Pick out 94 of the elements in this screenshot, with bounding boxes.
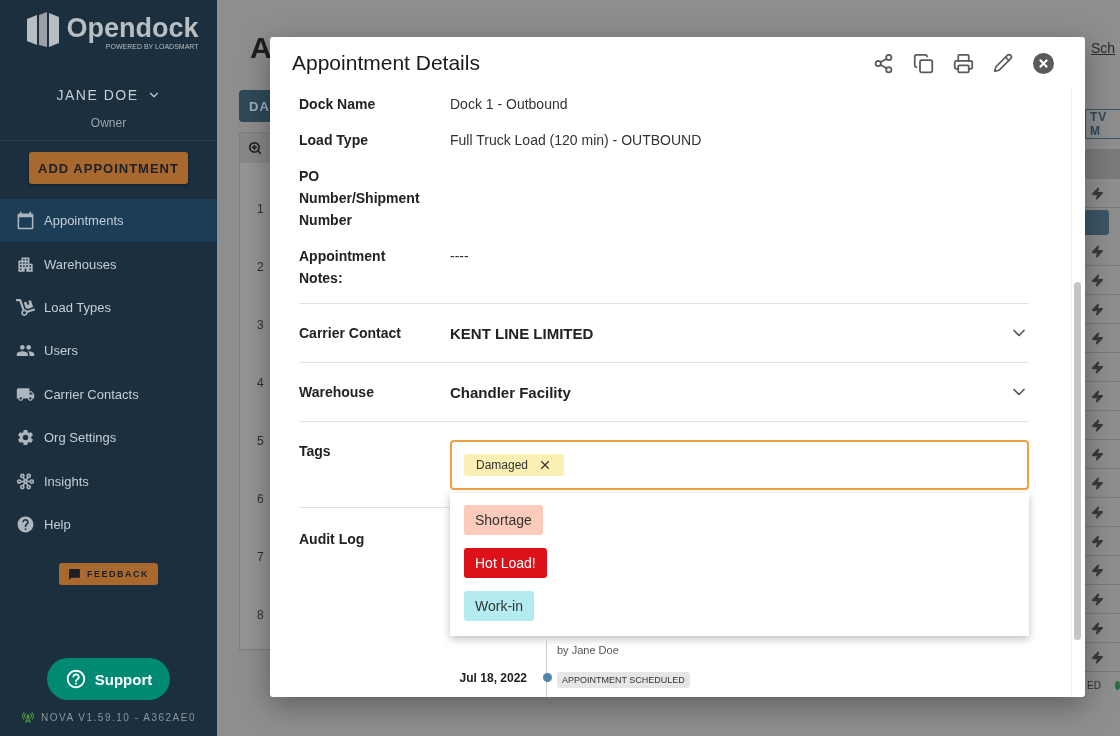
bolt-icon	[1091, 505, 1104, 519]
status-dot	[1114, 681, 1120, 690]
field-value: Full Truck Load (120 min) - OUTBOUND	[450, 131, 702, 150]
field-label: Carrier Contact	[299, 324, 402, 343]
timeline-dot	[542, 673, 552, 682]
chat-icon	[68, 567, 81, 581]
nav-label: Appointments	[44, 213, 124, 229]
field-label: Tags	[299, 442, 332, 461]
share-icon	[872, 52, 894, 74]
page-heading: A	[250, 30, 270, 66]
expandable-row[interactable]: Warehouse Chandler Facility	[299, 362, 1029, 421]
nav-item[interactable]: Users	[0, 329, 217, 373]
time-label: 8	[257, 608, 265, 624]
field-value: Dock 1 - Outbound	[450, 95, 568, 114]
bolt-icon	[1091, 447, 1104, 461]
logo-icon	[24, 11, 61, 49]
building-icon	[16, 254, 35, 274]
signal-icon	[21, 710, 35, 724]
bolt-icon	[1091, 331, 1104, 345]
bolt-icon	[1091, 389, 1104, 403]
header-link[interactable]: Sch	[1085, 38, 1120, 58]
nav-item[interactable]: Carrier Contacts	[0, 372, 217, 416]
status-label: ED	[1087, 680, 1101, 691]
field-value: ----	[450, 247, 469, 266]
bolt-icon	[1091, 418, 1104, 432]
nav-label: Insights	[44, 473, 89, 489]
field-label: Audit Log	[299, 530, 366, 549]
help-icon	[64, 668, 87, 690]
time-label: 4	[257, 376, 265, 392]
help-icon	[16, 514, 35, 534]
printer-icon	[952, 52, 974, 74]
time-label: 7	[257, 550, 265, 566]
nav-item[interactable]: Help	[0, 502, 217, 547]
add-appointment-button[interactable]: ADD APPOINTMENT	[29, 152, 188, 184]
time-label: 2	[257, 260, 265, 276]
scrollbar-thumb[interactable]	[1074, 282, 1081, 640]
tag-option[interactable]: Shortage	[464, 505, 543, 535]
dialog-title: Appointment Details	[292, 51, 481, 75]
user-menu[interactable]: JANE DOE	[50, 86, 167, 104]
bolt-icon	[1091, 360, 1104, 374]
view-tab[interactable]: DA	[239, 90, 270, 122]
tag-option[interactable]: Hot Load!	[464, 548, 547, 578]
field-label: Load Type	[299, 131, 369, 150]
nav-label: Help	[44, 516, 71, 532]
tag-option[interactable]: Work-in	[464, 591, 534, 621]
field-value: KENT LINE LIMITED	[450, 324, 595, 342]
entry-date: Jul 18, 2022	[459, 671, 527, 685]
column-header	[1085, 149, 1120, 179]
nav-item[interactable]: Appointments	[0, 199, 217, 243]
nav-label: Users	[44, 343, 78, 359]
nav-item[interactable]: Warehouses	[0, 242, 217, 286]
field-label: Appointment Notes:	[299, 247, 387, 288]
nav-label: Carrier Contacts	[44, 386, 139, 402]
time-label: 3	[257, 318, 265, 334]
bolt-icon	[1091, 534, 1104, 548]
field-label: Warehouse	[299, 383, 375, 402]
nav-label: Org Settings	[44, 430, 117, 446]
field-value: Chandler Facility	[450, 383, 572, 401]
bolt-icon	[1091, 186, 1104, 200]
pencil-icon	[993, 53, 1013, 73]
bolt-icon	[1091, 621, 1104, 635]
nav-item[interactable]: Insights	[0, 459, 217, 503]
settings-icon	[16, 428, 35, 448]
bolt-icon	[1091, 244, 1104, 258]
hand-truck-icon	[16, 297, 35, 317]
nav-item[interactable]: Load Types	[0, 285, 217, 330]
network-star-icon	[16, 471, 35, 491]
support-button[interactable]: Support	[47, 658, 170, 700]
nav-label: Warehouses	[44, 256, 117, 272]
version-label: NOVA V1.59.10 - A362AE0	[41, 711, 196, 723]
bolt-icon	[1091, 476, 1104, 490]
close-icon	[1032, 52, 1054, 74]
time-label: 5	[257, 434, 265, 450]
tag-chip: Damaged	[464, 454, 565, 476]
bolt-icon	[1091, 563, 1104, 577]
event-chip: APPOINTMENT SCHEDULED	[557, 672, 690, 688]
calendar-icon	[16, 211, 35, 231]
bolt-icon	[1091, 592, 1104, 606]
nav-item[interactable]: Org Settings	[0, 415, 217, 460]
nav-label: Load Types	[44, 299, 111, 315]
bolt-icon	[1091, 302, 1104, 316]
field-label: PO Number/Shipment Number	[299, 167, 421, 230]
bolt-icon	[1091, 650, 1104, 664]
time-label: 1	[257, 202, 265, 218]
field-label: Dock Name	[299, 95, 377, 114]
bolt-icon	[1091, 273, 1104, 287]
logo-name: Opendock	[66, 12, 199, 45]
zoom-icon[interactable]	[248, 141, 262, 155]
copy-icon	[912, 52, 934, 74]
feedback-button[interactable]: FEEDBACK	[59, 563, 158, 586]
tags-field[interactable]: Damaged	[450, 440, 1029, 490]
expandable-row[interactable]: Carrier Contact KENT LINE LIMITED	[299, 303, 1029, 362]
time-label: 6	[257, 492, 265, 508]
entry-author: by Jane Doe	[557, 643, 619, 658]
